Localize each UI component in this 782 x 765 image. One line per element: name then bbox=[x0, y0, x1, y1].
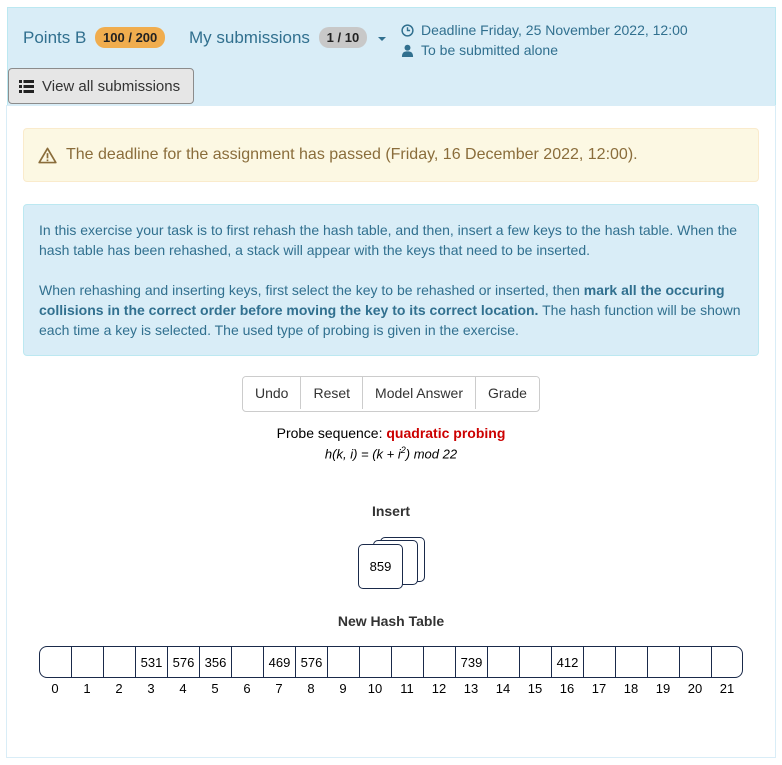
hash-table-cell[interactable] bbox=[72, 647, 104, 677]
exercise-panel: The deadline for the assignment has pass… bbox=[6, 105, 776, 758]
list-icon bbox=[19, 79, 34, 93]
hash-table-cell[interactable]: 739 bbox=[456, 647, 488, 677]
hash-table-index-label: 18 bbox=[623, 681, 639, 696]
hash-table-index-label: 4 bbox=[179, 681, 187, 696]
probe-label: Probe sequence: bbox=[276, 425, 383, 441]
deadline-info: Deadline Friday, 25 November 2022, 12:00… bbox=[401, 20, 688, 60]
warning-icon bbox=[38, 147, 57, 163]
model-answer-button[interactable]: Model Answer bbox=[363, 377, 476, 409]
instructions-paragraph-1: In this exercise your task is to first r… bbox=[39, 222, 738, 258]
hash-table-index-label: 7 bbox=[275, 681, 283, 696]
exercise-toolbar: Undo Reset Model Answer Grade bbox=[242, 376, 540, 412]
hash-table-cell[interactable] bbox=[680, 647, 712, 677]
hash-table-cell[interactable]: 576 bbox=[296, 647, 328, 677]
hash-table-cell[interactable] bbox=[328, 647, 360, 677]
hash-table-index-label: 17 bbox=[591, 681, 607, 696]
formula-start: h(k, i) = (k + i bbox=[324, 446, 401, 462]
hash-table-cell[interactable] bbox=[424, 647, 456, 677]
hash-table-index-label: 21 bbox=[719, 681, 735, 696]
points-badge: 100 / 200 bbox=[95, 27, 166, 49]
instructions-p2-start: When rehashing and inserting keys, first… bbox=[39, 282, 584, 298]
hash-table-index-label: 3 bbox=[147, 681, 155, 696]
deadline-passed-alert: The deadline for the assignment has pass… bbox=[23, 128, 759, 182]
hash-table-cell[interactable] bbox=[360, 647, 392, 677]
hash-table-cell[interactable] bbox=[648, 647, 680, 677]
hash-table-index-label: 11 bbox=[400, 681, 414, 696]
new-hash-table-title: New Hash Table bbox=[337, 613, 445, 629]
hash-table-index-label: 14 bbox=[495, 681, 511, 696]
key-stack-card-top[interactable]: 859 bbox=[358, 544, 403, 589]
submissions-badge: 1 / 10 bbox=[318, 27, 368, 49]
hash-table-index-label: 1 bbox=[83, 681, 91, 696]
hash-table-index-label: 2 bbox=[115, 681, 123, 696]
hash-table-index-label: 8 bbox=[307, 681, 315, 696]
hash-table-cell[interactable] bbox=[616, 647, 648, 677]
hash-table-index-label: 10 bbox=[367, 681, 383, 696]
grade-button[interactable]: Grade bbox=[475, 377, 539, 409]
view-all-submissions-button[interactable]: View all submissions bbox=[8, 68, 194, 104]
submissions-label: My submissions bbox=[189, 28, 310, 47]
points-display: Points B 100 / 200 bbox=[23, 27, 166, 49]
clock-icon bbox=[401, 23, 414, 37]
hash-table-index-label: 19 bbox=[655, 681, 671, 696]
group-text: To be submitted alone bbox=[421, 42, 558, 58]
hash-table-index-label: 5 bbox=[211, 681, 219, 696]
formula-end: ) mod 22 bbox=[405, 446, 458, 462]
hash-table-cell[interactable]: 576 bbox=[168, 647, 200, 677]
probe-sequence: Probe sequence: quadratic probing bbox=[7, 425, 775, 441]
hash-table-index-label: 20 bbox=[687, 681, 703, 696]
instructions-paragraph-2: When rehashing and inserting keys, first… bbox=[39, 280, 743, 340]
undo-button[interactable]: Undo bbox=[243, 377, 302, 409]
hash-table-index-label: 13 bbox=[463, 681, 479, 696]
hash-table-cell[interactable] bbox=[520, 647, 552, 677]
my-submissions-dropdown[interactable]: My submissions 1 / 10 bbox=[189, 27, 386, 49]
reset-button[interactable]: Reset bbox=[301, 377, 364, 409]
hash-table-cell[interactable]: 412 bbox=[552, 647, 584, 677]
instructions-box: In this exercise your task is to first r… bbox=[23, 204, 759, 356]
insert-title: Insert bbox=[371, 503, 411, 519]
probe-type: quadratic probing bbox=[386, 425, 506, 441]
hash-table-cell[interactable]: 356 bbox=[200, 647, 232, 677]
new-hash-table: 531 576 356 469 576 739 412 bbox=[39, 646, 743, 678]
hash-table-cell[interactable] bbox=[232, 647, 264, 677]
hash-table-index-label: 15 bbox=[527, 681, 543, 696]
points-label: Points B bbox=[23, 28, 87, 47]
hash-table-index-label: 0 bbox=[51, 681, 59, 696]
hash-table-cell[interactable] bbox=[488, 647, 520, 677]
hash-table-cell[interactable]: 531 bbox=[136, 647, 168, 677]
hash-table-index-label: 12 bbox=[431, 681, 447, 696]
hash-table-cell[interactable]: 469 bbox=[264, 647, 296, 677]
hash-table-cell[interactable] bbox=[712, 647, 742, 677]
user-icon bbox=[401, 44, 414, 57]
hash-table-index-label: 16 bbox=[559, 681, 575, 696]
deadline-text: Deadline Friday, 25 November 2022, 12:00 bbox=[421, 22, 688, 38]
hash-table-cell[interactable] bbox=[104, 647, 136, 677]
exercise-header: Points B 100 / 200 My submissions 1 / 10… bbox=[7, 7, 776, 105]
view-all-label: View all submissions bbox=[42, 77, 181, 95]
hash-table-cell[interactable] bbox=[584, 647, 616, 677]
hash-table-cell[interactable] bbox=[40, 647, 72, 677]
hash-table-indices: 0 1 2 3 4 5 6 7 8 9 10 11 12 13 14 15 16 17 18 19 20 21 bbox=[39, 681, 743, 696]
caret-down-icon bbox=[377, 36, 386, 41]
hash-function: h(k, i) = (k + i2) mod 22 bbox=[7, 445, 775, 461]
alert-text: The deadline for the assignment has pass… bbox=[66, 146, 638, 163]
hash-table-index-label: 6 bbox=[243, 681, 251, 696]
hash-table-index-label: 9 bbox=[339, 681, 347, 696]
hash-table-cell[interactable] bbox=[392, 647, 424, 677]
